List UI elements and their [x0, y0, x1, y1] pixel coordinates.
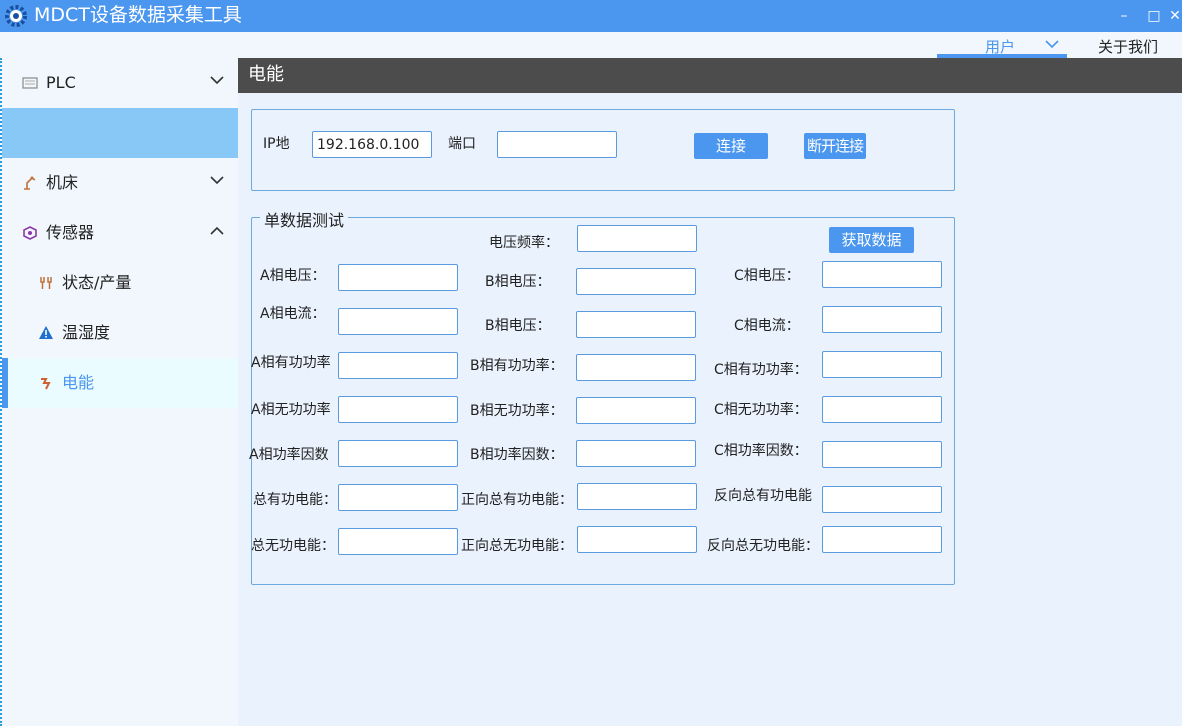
phase-c-active-power-input[interactable] — [822, 351, 942, 378]
phase-c-voltage-input[interactable] — [822, 261, 942, 288]
content-header: 电能 — [238, 58, 1182, 93]
sidebar-item-label: 状态/产量 — [62, 273, 132, 292]
sidebar-item-status[interactable]: 状态/产量 — [2, 258, 238, 308]
sidebar-subitem-selected[interactable] — [2, 108, 238, 158]
phase-a-reactive-power-label: A相无功功率 — [251, 402, 331, 418]
phase-a-current-input[interactable] — [338, 308, 458, 335]
user-menu[interactable]: 用户 — [937, 32, 1067, 58]
machine-tool-icon — [24, 176, 36, 190]
phase-c-voltage-label: C相电压： — [734, 268, 800, 284]
forward-total-active-energy-label: 正向总有功电能： — [461, 492, 573, 508]
forward-total-reactive-energy-input[interactable] — [577, 526, 697, 553]
chevron-up-icon — [210, 226, 224, 235]
sidebar-item-plc[interactable]: PLC — [2, 58, 238, 108]
phase-b-reactive-power-input[interactable] — [576, 397, 696, 424]
phase-a-current-label: A相电流： — [260, 306, 326, 322]
total-active-energy-input[interactable] — [338, 484, 458, 511]
port-label: 端口 — [448, 136, 476, 152]
port-input[interactable] — [497, 131, 617, 158]
phase-a-reactive-power-input[interactable] — [338, 396, 458, 423]
phase-c-power-factor-label: C相功率因数： — [714, 443, 808, 459]
plc-icon — [22, 77, 38, 89]
about-menu[interactable]: 关于我们 — [1098, 36, 1158, 57]
chevron-down-icon — [1045, 40, 1059, 49]
total-active-energy-label: 总有功电能： — [253, 492, 337, 508]
phase-c-power-factor-input[interactable] — [822, 441, 942, 468]
sidebar-item-temperature-humidity[interactable]: 温湿度 — [2, 308, 238, 358]
status-icon — [40, 277, 52, 289]
reverse-total-active-energy-input[interactable] — [822, 486, 942, 513]
title-bar: MDCT设备数据采集工具 – □ ✕ — [0, 0, 1182, 32]
sidebar-item-label: 传感器 — [46, 223, 95, 242]
minimize-button[interactable]: – — [1112, 4, 1136, 28]
phase-b-active-power-input[interactable] — [576, 354, 696, 381]
sidebar: PLC 机床 传感器 状态/产量 温湿度 电能 — [0, 58, 238, 726]
sidebar-item-label: 机床 — [46, 173, 79, 192]
phase-b-voltage-2-input[interactable] — [576, 311, 696, 338]
single-data-test-legend: 单数据测试 — [260, 207, 349, 231]
chevron-down-icon — [210, 176, 224, 185]
sidebar-item-energy[interactable]: 电能 — [2, 358, 238, 408]
user-menu-label: 用户 — [985, 38, 1016, 56]
forward-total-reactive-energy-label: 正向总无功电能： — [461, 538, 573, 554]
sidebar-item-label: PLC — [46, 73, 76, 92]
phase-b-voltage-label: B相电压： — [485, 274, 551, 290]
phase-a-active-power-label: A相有功功率 — [251, 355, 331, 371]
sidebar-item-sensor[interactable]: 传感器 — [2, 208, 238, 258]
phase-c-reactive-power-input[interactable] — [822, 396, 942, 423]
voltage-frequency-input[interactable] — [577, 225, 697, 252]
page-title: 电能 — [248, 64, 284, 85]
energy-icon — [41, 378, 51, 390]
phase-a-voltage-label: A相电压： — [260, 268, 326, 284]
reverse-total-reactive-energy-label: 反向总无功电能： — [707, 538, 819, 554]
connect-button[interactable]: 连接 — [694, 133, 768, 159]
phase-c-current-label: C相电流： — [734, 318, 800, 334]
reverse-total-active-energy-label: 反向总有功电能 — [714, 488, 812, 504]
phase-b-voltage-input[interactable] — [576, 268, 696, 295]
phase-b-active-power-label: B相有功功率： — [470, 358, 564, 374]
sidebar-item-label: 电能 — [62, 373, 95, 392]
ip-label: IP地 — [263, 136, 290, 152]
app-title: MDCT设备数据采集工具 — [34, 4, 242, 26]
phase-c-active-power-label: C相有功功率： — [714, 362, 808, 378]
phase-c-current-input[interactable] — [822, 306, 942, 333]
sidebar-item-machine-tool[interactable]: 机床 — [2, 158, 238, 208]
fetch-data-button[interactable]: 获取数据 — [829, 227, 914, 253]
chevron-down-icon — [210, 76, 224, 85]
warning-triangle-icon — [39, 326, 53, 339]
phase-c-reactive-power-label: C相无功功率： — [714, 402, 808, 418]
reverse-total-reactive-energy-input[interactable] — [822, 526, 942, 553]
total-reactive-energy-input[interactable] — [338, 528, 458, 555]
phase-b-power-factor-input[interactable] — [576, 440, 696, 467]
close-button[interactable]: ✕ — [1168, 4, 1182, 28]
gear-icon — [5, 5, 27, 27]
phase-b-voltage-2-label: B相电压： — [485, 318, 551, 334]
phase-a-active-power-input[interactable] — [338, 352, 458, 379]
sidebar-item-label: 温湿度 — [62, 323, 111, 342]
phase-a-power-factor-input[interactable] — [338, 440, 458, 467]
total-reactive-energy-label: 总无功电能： — [251, 538, 335, 554]
maximize-button[interactable]: □ — [1142, 4, 1166, 28]
sensor-icon — [23, 226, 37, 240]
forward-total-active-energy-input[interactable] — [577, 483, 697, 510]
phase-b-power-factor-label: B相功率因数： — [470, 447, 564, 463]
voltage-frequency-label: 电压频率： — [489, 235, 559, 251]
ip-input[interactable] — [312, 131, 432, 158]
menu-bar: 用户 关于我们 — [0, 32, 1182, 58]
disconnect-button[interactable]: 断开连接 — [804, 133, 866, 159]
phase-a-voltage-input[interactable] — [338, 264, 458, 291]
phase-b-reactive-power-label: B相无功功率： — [470, 403, 564, 419]
phase-a-power-factor-label: A相功率因数 — [249, 447, 329, 463]
